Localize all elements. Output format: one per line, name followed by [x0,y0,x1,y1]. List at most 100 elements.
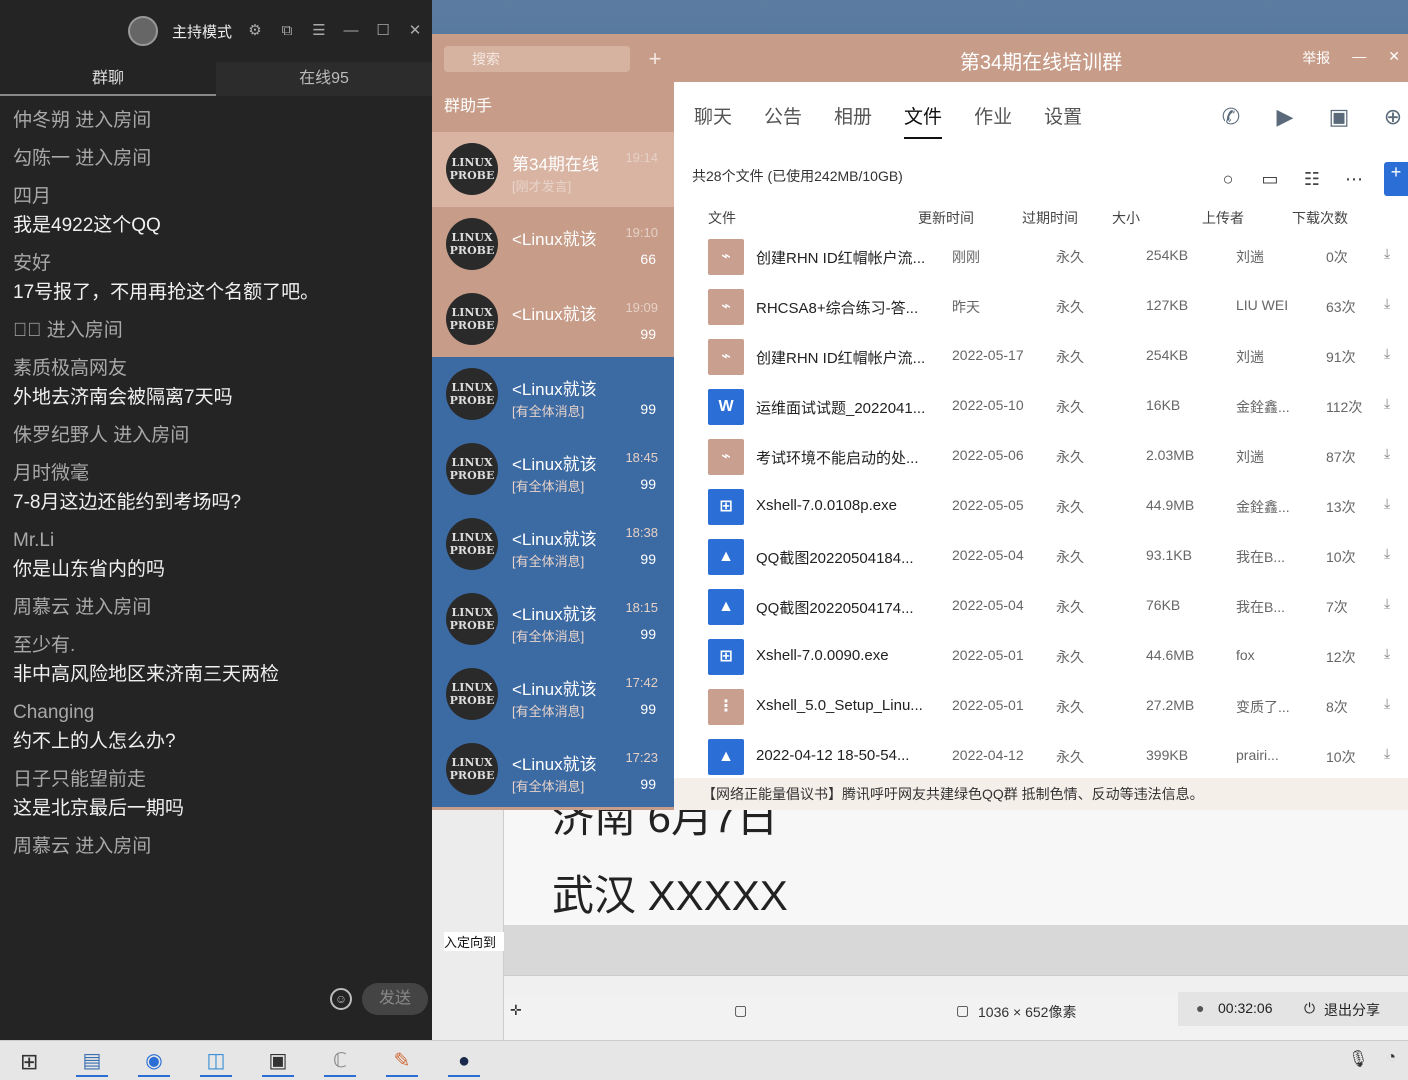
tab-online[interactable]: 在线95 [216,62,432,96]
file-row[interactable]: ⌁ 创建RHN ID红帽帐户流... 2022-05-17 永久 254KB 刘遄 91次 ⤓ [708,332,1408,382]
windows-start-icon[interactable]: ⊞ [20,1049,38,1075]
file-uploader: 变质了... [1236,699,1290,715]
notification-icon[interactable]: ◔ [1386,1049,1396,1069]
conversation-item[interactable]: LINUX PROBE <Linux就该 18:45 [有全体消息] 99 [432,432,674,507]
add-icon[interactable]: + [642,46,668,72]
conversation-item[interactable]: LINUX PROBE <Linux就该 17:42 [有全体消息] 99 [432,657,674,732]
conversation-item[interactable]: LINUX PROBE <Linux就该 [有全体消息] 99 [432,357,674,432]
upload-button[interactable]: + [1384,162,1408,196]
conversation-preview: [有全体消息] [512,779,585,794]
list-view-icon[interactable]: ☷ [1300,169,1324,190]
file-row[interactable]: ⌁ 考试环境不能启动的处... 2022-05-06 永久 2.03MB 刘遄 87次 ⤓ [708,432,1408,482]
download-icon[interactable]: ⤓ [1384,395,1390,412]
tab-4[interactable]: 作业 [974,102,1012,139]
search-input[interactable]: 搜索 [444,46,630,72]
file-size: 44.6MB [1146,647,1195,663]
editor-icon[interactable]: ℂ [324,1045,356,1077]
file-row[interactable]: ▲ QQ截图20220504174... 2022-05-04 永久 76KB 我在B..… [708,582,1408,632]
file-row[interactable]: ⋮ Xshell_5.0_Setup_Linu... 2022-05-01 永久 27.… [708,682,1408,732]
conversation-item[interactable]: LINUX PROBE 第34期在线 19:14 [刚才发言] [432,132,674,207]
column-header[interactable]: 过期时间 [1022,208,1078,228]
download-icon[interactable]: ⤓ [1384,645,1390,662]
more-add-icon[interactable]: ⊕ [1378,102,1408,132]
message-sender: 周慕云 进入房间 [13,836,152,857]
screenshot-icon[interactable]: ▣ [262,1045,294,1077]
conversation-name: <Linux就该 [512,230,597,249]
download-icon[interactable]: ⤓ [1384,245,1390,262]
file-downloads: 13次 [1326,499,1356,515]
minimize-icon[interactable]: — [342,22,360,40]
group-avatar: LINUX PROBE [446,668,498,720]
more-icon[interactable]: ⋯ [1342,169,1366,190]
move-icon[interactable]: ✛ [510,1002,522,1019]
download-icon[interactable]: ⤓ [1384,295,1390,312]
tab-2[interactable]: 相册 [834,102,872,139]
exit-share-button[interactable]: 退出分享 [1324,1000,1380,1020]
close-icon[interactable]: ✕ [406,22,424,40]
group-helper-label[interactable]: 群助手 [444,92,492,116]
file-row[interactable]: W 运维面试试题_2022041... 2022-05-10 永久 16KB 金銓鑫...… [708,382,1408,432]
tab-5[interactable]: 设置 [1044,102,1082,139]
tab-0[interactable]: 聊天 [694,102,732,139]
record-dot-icon: ● [1196,1000,1205,1016]
download-icon[interactable]: ⤓ [1384,445,1390,462]
send-button[interactable]: 发送 [362,983,428,1015]
file-explorer-icon[interactable]: ▤ [76,1045,108,1077]
tab-1[interactable]: 公告 [764,102,802,139]
download-icon[interactable]: ⤓ [1384,745,1390,762]
unread-badge: 99 [640,776,656,792]
report-link[interactable]: 举报 [1302,48,1330,68]
download-icon[interactable]: ⤓ [1384,545,1390,562]
file-uploader: 刘遄 [1236,249,1264,265]
window-minimize-icon[interactable]: — [1352,48,1366,68]
download-icon[interactable]: ⤓ [1384,695,1390,712]
column-header[interactable]: 上传者 [1202,208,1244,228]
tab-group-chat[interactable]: 群聊 [0,62,216,96]
file-summary: 共28个文件 (已使用242MB/10GB) [692,168,903,184]
class-icon[interactable]: ▣ [1324,102,1354,132]
conversation-item[interactable]: LINUX PROBE <Linux就该 18:38 [有全体消息] 99 [432,507,674,582]
file-downloads: 7次 [1326,599,1348,615]
vm-icon[interactable]: ◫ [200,1045,232,1077]
column-header[interactable]: 下载次数 [1292,208,1348,228]
download-icon[interactable]: ⤓ [1384,345,1390,362]
paint-icon[interactable]: ✎ [386,1045,418,1077]
microphone-icon[interactable]: 🎙 [1348,1049,1368,1069]
file-row[interactable]: ▲ 2022-04-12 18-50-54... 2022-04-12 永久 399KB… [708,732,1408,782]
file-row[interactable]: ⊞ Xshell-7.0.0108p.exe 2022-05-05 永久 44.9MB 金… [708,482,1408,532]
conversation-item[interactable]: LINUX PROBE <Linux就该 19:10 66 [432,207,674,282]
settings-icon[interactable]: ⚙ [246,22,264,40]
download-icon[interactable]: ⤓ [1384,495,1390,512]
menu-icon[interactable]: ☰ [310,22,328,40]
download-icon[interactable]: ⤓ [1384,595,1390,612]
column-header[interactable]: 文件 [708,208,736,228]
search-icon[interactable]: ○ [1216,169,1240,190]
file-row[interactable]: ▲ QQ截图20220504184... 2022-05-04 永久 93.1KB 我在B… [708,532,1408,582]
file-uploader: 我在B... [1236,549,1286,565]
file-row[interactable]: ⌁ 创建RHN ID红帽帐户流... 刚刚 永久 254KB 刘遄 0次 ⤓ [708,232,1408,282]
emoji-icon[interactable]: ☺ [330,988,352,1010]
notice-bar: 【网络正能量倡议书】腾讯呼吁网友共建绿色QQ群 抵制色情、反动等违法信息。 [674,778,1408,810]
host-avatar[interactable] [127,16,158,46]
conversation-item[interactable]: LINUX PROBE <Linux就该 17:23 [有全体消息] 99 [432,732,674,807]
column-header[interactable]: 大小 [1112,208,1140,228]
video-icon[interactable]: ▶ [1270,102,1300,132]
chat-message: 勾陈一 进入房间 [13,146,418,172]
folder-icon[interactable]: ▭ [1258,169,1282,190]
column-header[interactable]: 更新时间 [918,208,974,228]
conversation-item[interactable]: LINUX PROBE <Linux就该 19:09 99 [432,282,674,357]
file-row[interactable]: ⊞ Xshell-7.0.0090.exe 2022-05-01 永久 44.6MB fo… [708,632,1408,682]
browser-icon[interactable]: ◉ [138,1045,170,1077]
window-close-icon[interactable]: ✕ [1388,48,1400,68]
conversation-item[interactable]: LINUX PROBE <Linux就该 18:15 [有全体消息] 99 [432,582,674,657]
phone-icon[interactable]: ✆ [1216,102,1246,132]
group-file-panel: 聊天 公告 相册 文件 作业 设置 ✆ ▶ ▣ ⊕ 共28个文件 (已使用242MB/10… [674,34,1408,810]
qq-app-icon[interactable]: ● [448,1045,480,1077]
file-uploader: LIU WEI [1236,297,1289,313]
file-row[interactable]: ⌁ RHCSA8+综合练习-答... 昨天 永久 127KB LIU WEI 63次 ⤓ [708,282,1408,332]
maximize-icon[interactable]: ☐ [374,22,392,40]
file-updated: 2022-05-10 [952,397,1024,413]
popout-icon[interactable]: ⧉ [278,22,296,40]
file-size: 254KB [1146,347,1189,363]
tab-3[interactable]: 文件 [904,102,943,139]
